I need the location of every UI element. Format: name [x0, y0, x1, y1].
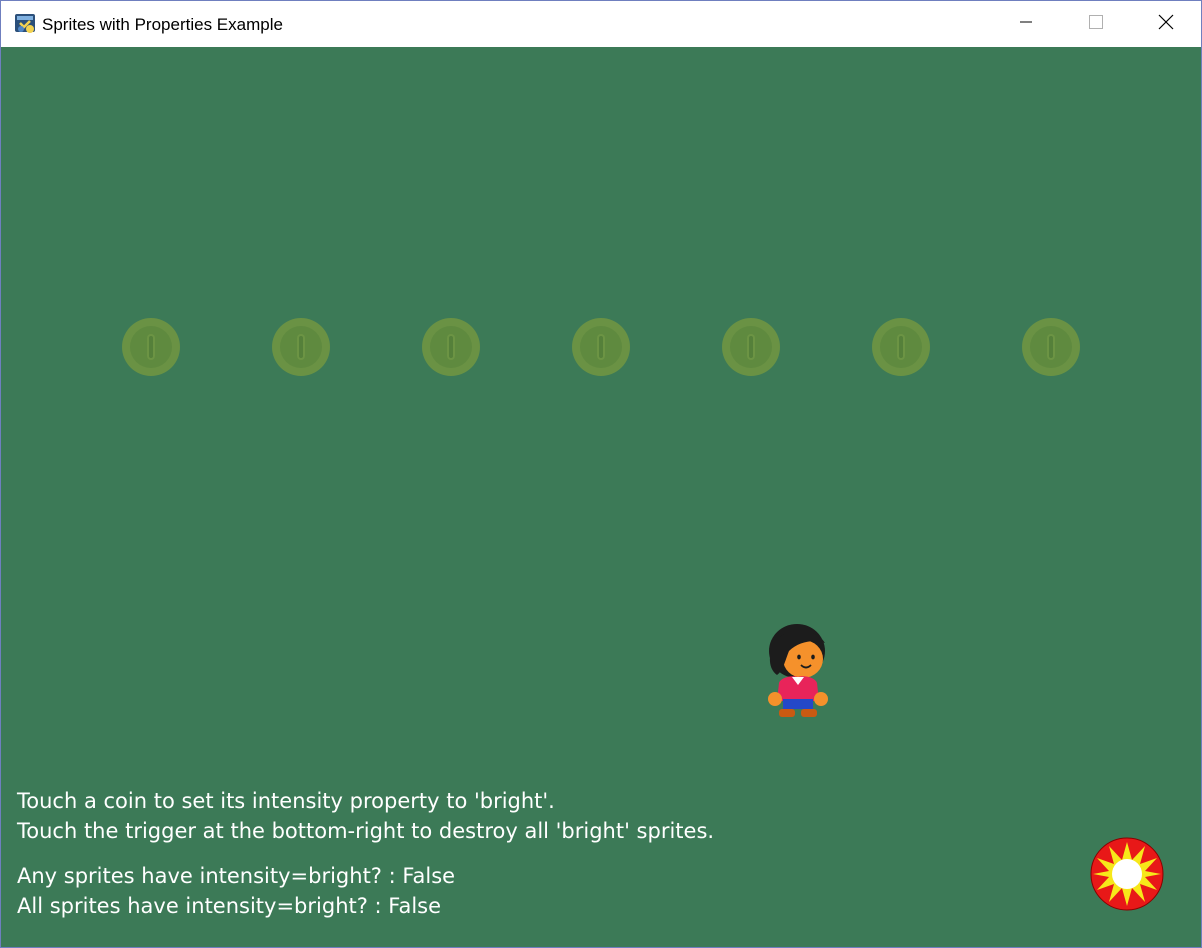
instruction-line-1: Touch a coin to set its intensity proper…: [17, 789, 555, 813]
title-bar[interactable]: Sprites with Properties Example: [1, 1, 1201, 47]
coin[interactable]: [872, 318, 930, 376]
coin[interactable]: [122, 318, 180, 376]
coin[interactable]: [272, 318, 330, 376]
coin[interactable]: [422, 318, 480, 376]
player-character[interactable]: [763, 621, 833, 721]
status-any-bright: Any sprites have intensity=bright? : Fal…: [17, 864, 456, 888]
python-app-icon: [14, 13, 36, 35]
app-window: Sprites with Properties Example Touch a …: [0, 0, 1202, 948]
minimize-button[interactable]: [991, 1, 1061, 47]
trigger-sun-icon[interactable]: [1089, 836, 1165, 912]
instruction-line-2: Touch the trigger at the bottom-right to…: [17, 819, 715, 843]
close-icon: [1158, 14, 1174, 35]
window-title: Sprites with Properties Example: [42, 15, 283, 34]
maximize-button[interactable]: [1061, 1, 1131, 47]
close-button[interactable]: [1131, 1, 1201, 47]
coin[interactable]: [572, 318, 630, 376]
status-all-bright: All sprites have intensity=bright? : Fal…: [17, 894, 442, 918]
minimize-icon: [1020, 15, 1032, 33]
coin[interactable]: [722, 318, 780, 376]
coin[interactable]: [1022, 318, 1080, 376]
maximize-icon: [1089, 14, 1103, 34]
game-canvas[interactable]: Touch a coin to set its intensity proper…: [1, 47, 1201, 947]
